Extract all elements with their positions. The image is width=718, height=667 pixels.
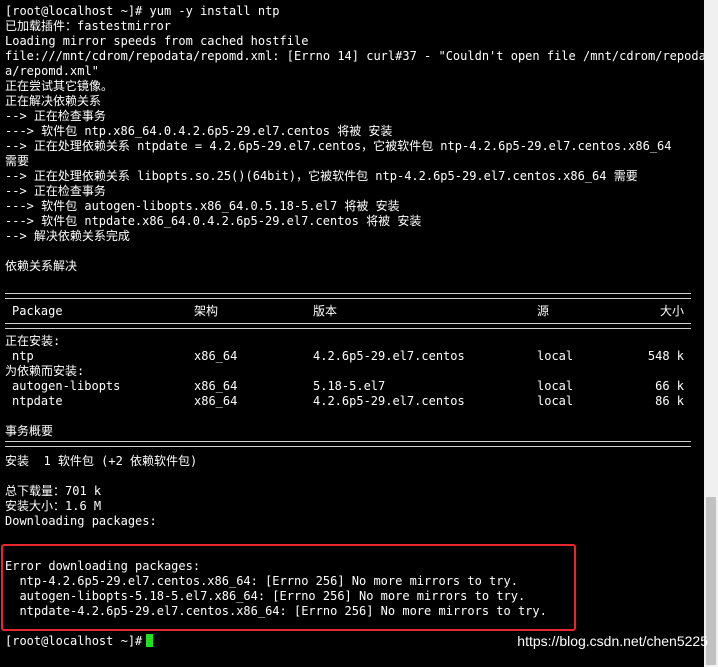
terminal-line: 依赖关系解决 xyxy=(5,259,78,273)
package-size: 548 k xyxy=(647,349,684,363)
error-line: ntp-4.2.6p5-29.el7.centos.x86_64: [Errno… xyxy=(5,574,518,588)
package-repo: local xyxy=(537,349,574,363)
terminal-line: --> 解决依赖关系完成 xyxy=(5,229,130,243)
col-arch-header: 架构 xyxy=(194,304,219,318)
table-divider xyxy=(5,441,691,447)
download-total: 总下载量：701 k xyxy=(5,484,102,498)
package-name: ntp xyxy=(12,349,34,363)
table-divider xyxy=(5,323,691,329)
col-version-header: 版本 xyxy=(313,304,338,318)
terminal-line: --> 正在检查事务 xyxy=(5,184,106,198)
terminal-line: 需要 xyxy=(5,154,30,168)
watermark: https://blog.csdn.net/chen5225 xyxy=(517,633,708,649)
terminal-line: --> 正在处理依赖关系 libopts.so.25()(64bit)，它被软件… xyxy=(5,169,638,183)
summary-title: 事务概要 xyxy=(5,424,54,438)
section-installing-label: 正在安装: xyxy=(5,334,61,348)
terminal-line: ---> 软件包 autogen-libopts.x86_64.0.5.18-5… xyxy=(5,199,400,213)
table-divider xyxy=(5,293,691,299)
package-arch: x86_64 xyxy=(194,379,238,393)
package-arch: x86_64 xyxy=(194,349,238,363)
terminal-line: 已加载插件：fastestmirror xyxy=(5,19,171,33)
error-line: autogen-libopts-5.18-5.el7.x86_64: [Errn… xyxy=(5,589,526,603)
terminal-line: Loading mirror speeds from cached hostfi… xyxy=(5,34,309,48)
package-version: 4.2.6p5-29.el7.centos xyxy=(313,349,465,363)
terminal-line: a/repomd.xml" xyxy=(5,64,99,78)
col-repo-header: 源 xyxy=(537,304,550,318)
package-repo: local xyxy=(537,379,574,393)
col-size-header: 大小 xyxy=(659,304,684,318)
package-size: 66 k xyxy=(655,379,684,393)
package-version: 4.2.6p5-29.el7.centos xyxy=(313,394,465,408)
section-dependencies-label: 为依赖而安装: xyxy=(5,364,85,378)
prompt-text: [root@localhost ~]# xyxy=(5,634,143,648)
terminal-window[interactable]: [root@localhost ~]# yum -y install ntp 已… xyxy=(0,0,713,667)
summary-line: 安装 1 软件包 (+2 依赖软件包) xyxy=(5,454,198,468)
package-size: 86 k xyxy=(655,394,684,408)
terminal-line: ---> 软件包 ntp.x86_64.0.4.2.6p5-29.el7.cen… xyxy=(5,124,393,138)
package-repo: local xyxy=(537,394,574,408)
downloading-status: Downloading packages: xyxy=(5,514,157,528)
terminal-line: --> 正在处理依赖关系 ntpdate = 4.2.6p5-29.el7.ce… xyxy=(5,139,672,153)
command-prompt[interactable]: [root@localhost ~]# xyxy=(5,634,154,649)
terminal-line: file:///mnt/cdrom/repodata/repomd.xml: [… xyxy=(5,49,714,63)
install-size: 安装大小：1.6 M xyxy=(5,499,102,513)
terminal-line: ---> 软件包 ntpdate.x86_64.0.4.2.6p5-29.el7… xyxy=(5,214,422,228)
col-package-header: Package xyxy=(12,304,63,318)
package-name: ntpdate xyxy=(12,394,63,408)
terminal-line: 正在尝试其它镜像。 xyxy=(5,79,114,93)
terminal-line: 正在解决依赖关系 xyxy=(5,94,102,108)
error-line: ntpdate-4.2.6p5-29.el7.centos.x86_64: [E… xyxy=(5,604,547,618)
vertical-scrollbar[interactable] xyxy=(704,0,718,667)
error-line: Error downloading packages: xyxy=(5,559,201,573)
terminal-line: --> 正在检查事务 xyxy=(5,109,106,123)
package-name: autogen-libopts xyxy=(12,379,121,393)
text-cursor xyxy=(146,634,154,647)
terminal-line: [root@localhost ~]# yum -y install ntp xyxy=(5,4,280,18)
package-arch: x86_64 xyxy=(194,394,238,408)
package-version: 5.18-5.el7 xyxy=(313,379,386,393)
